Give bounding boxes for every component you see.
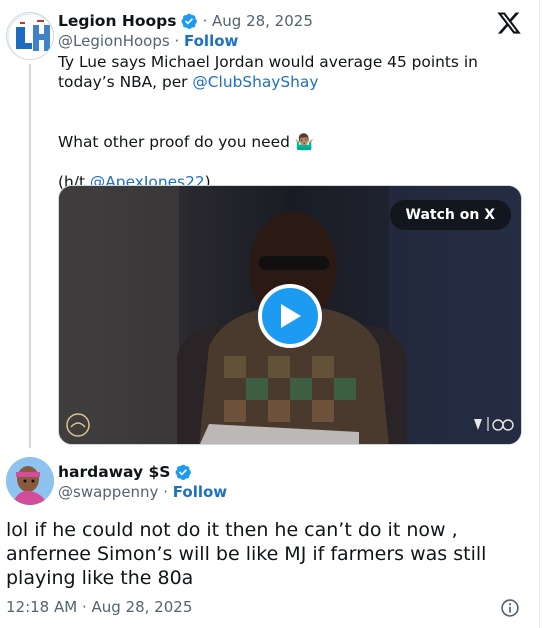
reply-tweet-text: lol if he could not do it then he can’t …: [6, 519, 487, 589]
reply-author-handle[interactable]: @swappenny: [58, 483, 158, 501]
author-name[interactable]: Legion Hoops: [58, 12, 176, 30]
info-icon[interactable]: [500, 598, 520, 618]
quoted-handle-row: @LegionHoops · Follow: [58, 32, 238, 50]
verified-badge-icon: [174, 463, 192, 481]
reply-author-name[interactable]: hardaway $S: [58, 463, 170, 481]
video-thumbnail[interactable]: Watch on X: [58, 185, 522, 445]
author-handle[interactable]: @LegionHoops: [58, 32, 170, 50]
quoted-tweet-header: Legion Hoops · Aug 28, 2025: [58, 10, 313, 32]
reply-author-avatar[interactable]: [6, 457, 54, 505]
handle-separator: ·: [158, 483, 173, 501]
tweet-date[interactable]: · Aug 28, 2025: [202, 12, 312, 30]
mention-link[interactable]: @ClubShayShay: [192, 73, 318, 91]
play-icon: [281, 304, 301, 328]
embedded-tweet-card: Legion Hoops · Aug 28, 2025 @LegionHoops…: [0, 0, 540, 628]
play-button[interactable]: [258, 284, 322, 348]
watch-on-x-button[interactable]: Watch on X: [389, 200, 511, 230]
handle-separator: ·: [169, 32, 184, 50]
x-logo-icon[interactable]: [496, 10, 522, 36]
follow-button[interactable]: Follow: [173, 483, 227, 501]
reply-header: hardaway $S: [58, 461, 192, 483]
tweet-timestamp[interactable]: 12:18 AM · Aug 28, 2025: [6, 598, 192, 616]
sponsor-watermark-icon: [471, 414, 515, 434]
legion-hoops-avatar[interactable]: [6, 12, 54, 60]
channel-watermark-icon: [65, 412, 91, 438]
quoted-tweet-text: Ty Lue says Michael Jordan would average…: [58, 52, 528, 192]
follow-button[interactable]: Follow: [184, 32, 238, 50]
reply-handle-row: @swappenny · Follow: [58, 483, 227, 501]
verified-badge-icon: [180, 12, 198, 30]
thread-connector-line: [29, 64, 31, 448]
tweet-text-line: What other proof do you need 🤷🏽‍♂️: [58, 133, 314, 151]
